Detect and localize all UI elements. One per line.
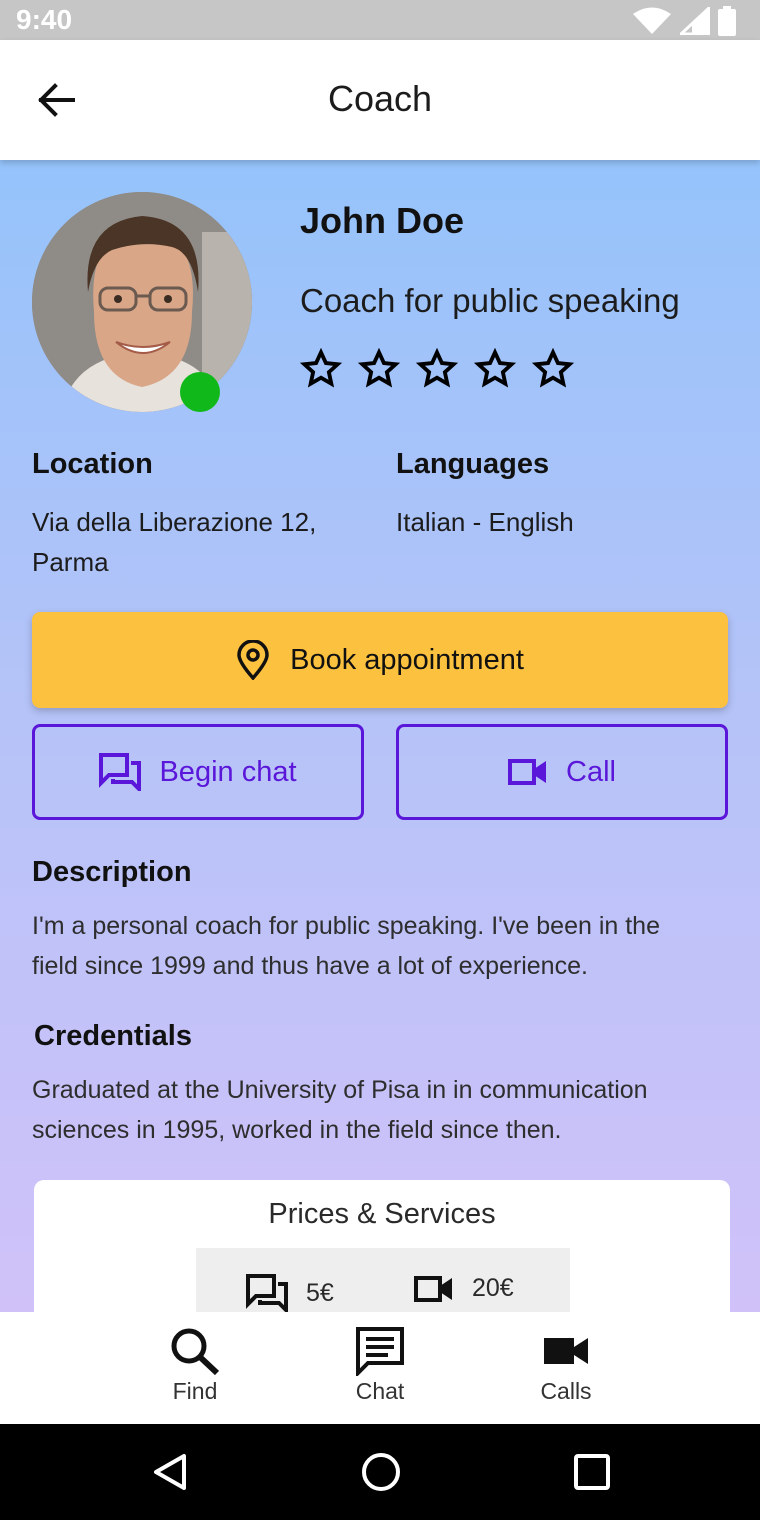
square-recents-icon xyxy=(574,1454,610,1490)
avatar-photo xyxy=(32,192,252,412)
app-bar: Coach xyxy=(0,40,760,160)
system-recents-button[interactable] xyxy=(566,1446,618,1498)
system-back-button[interactable] xyxy=(144,1446,196,1498)
bottom-navigation: Find Chat Calls xyxy=(0,1312,760,1424)
triangle-back-icon xyxy=(154,1454,186,1490)
online-status-dot xyxy=(180,372,220,412)
chat-price: 5€ xyxy=(306,1278,334,1307)
forum-icon xyxy=(99,753,142,791)
begin-chat-button[interactable]: Begin chat xyxy=(32,724,364,820)
begin-chat-label: Begin chat xyxy=(159,755,297,788)
book-appointment-label: Book appointment xyxy=(290,643,524,676)
coach-name: John Doe xyxy=(300,200,465,241)
chat-price-item: 5€ xyxy=(246,1274,334,1312)
call-button[interactable]: Call xyxy=(396,724,728,820)
prices-services-card: Prices & Services 5€ 20€ xyxy=(34,1180,730,1312)
page-title: Coach xyxy=(327,78,433,119)
location-pin-icon xyxy=(237,640,269,680)
system-home-button[interactable] xyxy=(355,1446,407,1498)
prices-title: Prices & Services xyxy=(268,1198,496,1230)
star-outline-icon[interactable] xyxy=(358,348,400,390)
search-icon xyxy=(171,1328,220,1376)
coach-subtitle: Coach for public speaking xyxy=(300,282,680,319)
videocam-icon xyxy=(544,1338,588,1364)
system-navigation-bar xyxy=(0,1424,760,1520)
status-bar: 9:40 xyxy=(0,0,760,40)
status-icons xyxy=(632,6,736,36)
call-label: Call xyxy=(566,755,616,788)
languages-label: Languages xyxy=(396,448,550,480)
videocam-icon xyxy=(508,759,547,785)
prices-table: 5€ 20€ xyxy=(196,1248,570,1312)
star-outline-icon[interactable] xyxy=(474,348,516,390)
location-label: Location xyxy=(32,448,153,480)
call-price-item: 20€ xyxy=(414,1274,514,1303)
circle-home-icon xyxy=(362,1453,400,1491)
credentials-line-2: sciences in 1995, worked in the field si… xyxy=(32,1116,562,1144)
star-outline-icon[interactable] xyxy=(416,348,458,390)
videocam-icon xyxy=(414,1275,452,1302)
nav-label-chat: Chat xyxy=(355,1378,405,1404)
signal-icon xyxy=(680,7,710,35)
status-time: 9:40 xyxy=(16,4,73,35)
location-line-2: Parma xyxy=(32,547,109,577)
nav-label-find: Find xyxy=(172,1378,218,1404)
chat-icon xyxy=(356,1327,404,1376)
nav-item-calls[interactable]: Calls xyxy=(496,1326,636,1416)
wifi-icon xyxy=(633,7,671,34)
description-line-1: I'm a personal coach for public speaking… xyxy=(32,912,660,940)
credentials-title: Credentials xyxy=(34,1020,192,1052)
forum-icon xyxy=(246,1274,288,1312)
nav-item-find[interactable]: Find xyxy=(125,1326,265,1416)
star-outline-icon[interactable] xyxy=(300,348,342,390)
description-line-2: field since 1999 and thus have a lot of … xyxy=(32,952,588,980)
credentials-line-1: Graduated at the University of Pisa in i… xyxy=(32,1076,648,1104)
coach-profile-content[interactable]: John Doe Coach for public speaking Locat… xyxy=(0,160,760,1312)
battery-icon xyxy=(718,6,736,36)
location-line-1: Via della Liberazione 12, xyxy=(32,507,317,537)
star-outline-icon[interactable] xyxy=(532,348,574,390)
book-appointment-button[interactable]: Book appointment xyxy=(32,612,728,708)
call-price: 20€ xyxy=(472,1274,514,1302)
nav-item-chat[interactable]: Chat xyxy=(310,1326,450,1416)
avatar xyxy=(32,192,252,412)
languages-value: Italian - English xyxy=(396,507,574,537)
rating-stars[interactable] xyxy=(300,348,574,390)
description-title: Description xyxy=(32,856,192,888)
nav-label-calls: Calls xyxy=(540,1378,592,1404)
